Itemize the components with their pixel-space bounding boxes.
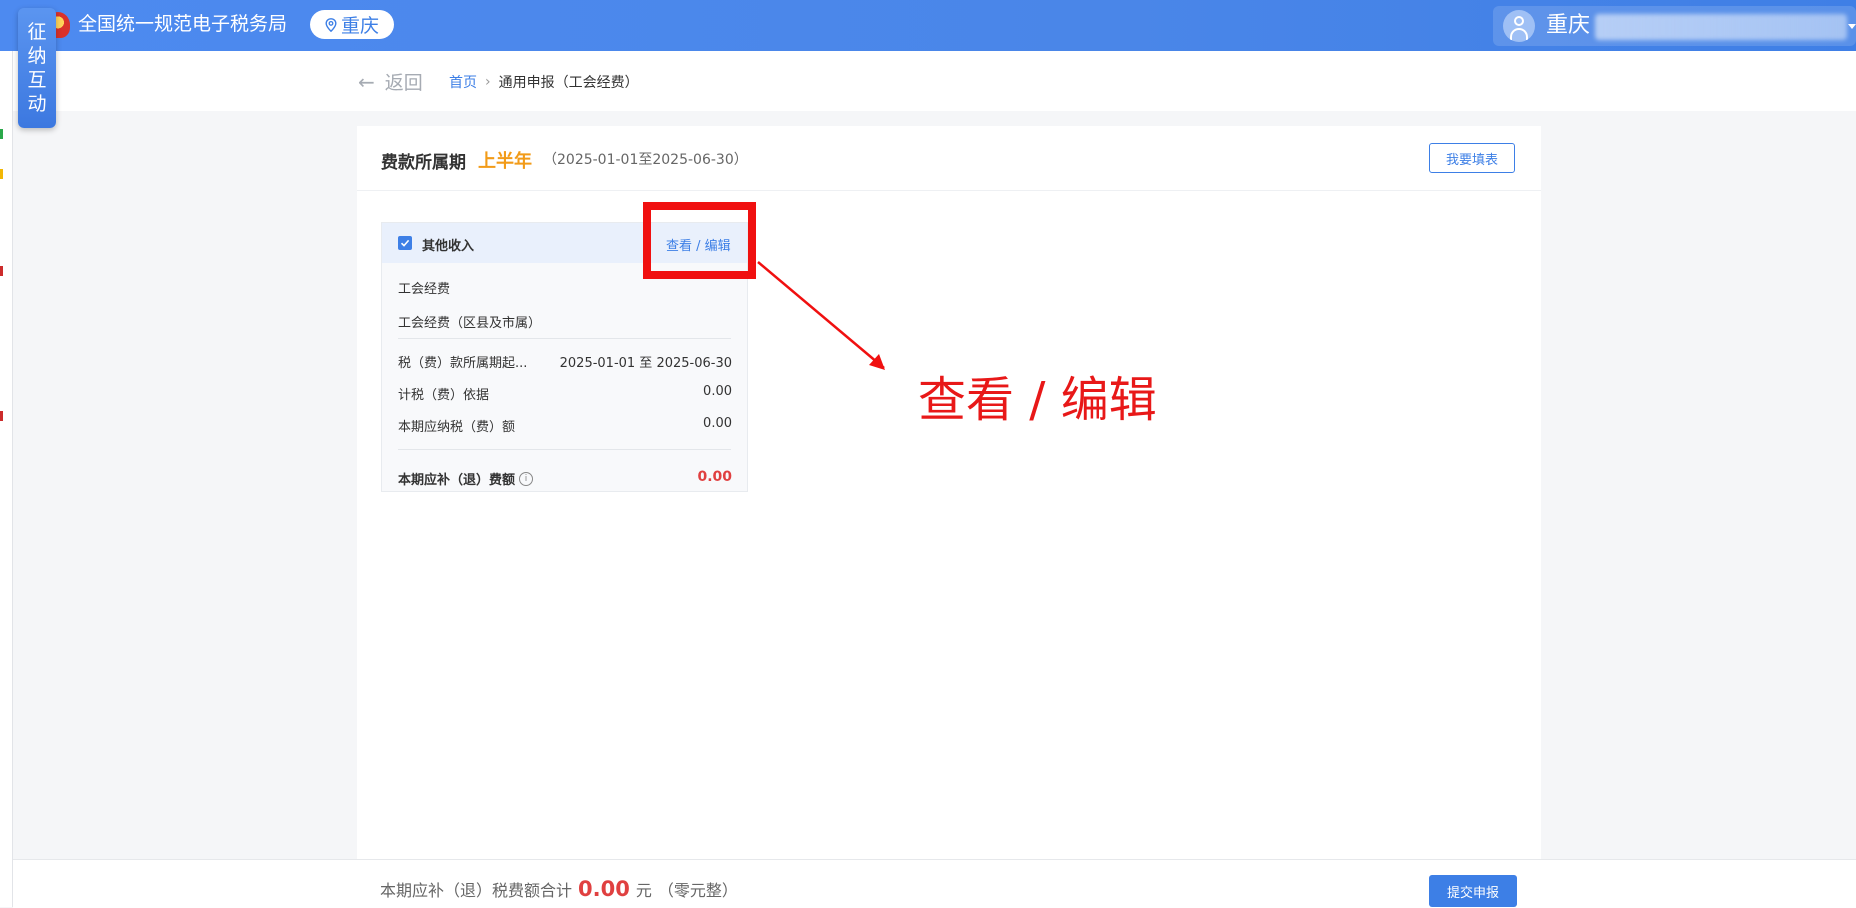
summary-amount-words: （零元整） (657, 881, 738, 900)
income-checkbox[interactable] (398, 236, 412, 250)
breadcrumb-bar: ← 返回 首页 › 通用申报（工会经费） (13, 51, 1856, 111)
back-button[interactable]: ← 返回 (358, 68, 423, 95)
arrow-left-icon: ← (358, 69, 375, 94)
location-pin-icon (325, 17, 337, 32)
user-name-redacted (1595, 14, 1847, 40)
badge-char: 互 (27, 69, 47, 91)
item-subname: 工会经费（区县及市属） (398, 316, 542, 331)
badge-char: 征 (27, 21, 47, 43)
bottom-summary-bar: 本期应补（退）税费额合计 0.00 元 （零元整） 提交申报 (13, 859, 1856, 908)
breadcrumb-separator: › (485, 74, 491, 90)
income-title: 其他收入 (422, 239, 475, 254)
info-icon[interactable]: i (519, 471, 534, 486)
breadcrumb-home-link[interactable]: 首页 (449, 72, 477, 92)
period-range: （2025-01-01至2025-06-30） (543, 152, 748, 168)
divider (398, 338, 731, 339)
submit-declaration-button[interactable]: 提交申报 (1429, 875, 1517, 907)
row-label: 本期应纳税（费）额 (398, 420, 516, 435)
user-name: 重庆 (1546, 13, 1591, 38)
total-label-group: 本期应补（退）费额 i (398, 469, 534, 488)
summary-unit: 元 (635, 881, 652, 900)
annotation-highlight-box (643, 202, 756, 279)
declaration-card: 费款所属期 上半年 （2025-01-01至2025-06-30） 我要填表 其… (357, 126, 1541, 859)
period-header: 费款所属期 上半年 （2025-01-01至2025-06-30） 我要填表 (357, 126, 1541, 191)
app-title[interactable]: 全国统一规范电子税务局 (78, 12, 287, 36)
interaction-floating-button[interactable]: 征 纳 互 动 (18, 8, 56, 128)
divider (398, 449, 731, 450)
breadcrumb: 首页 › 通用申报（工会经费） (449, 72, 639, 92)
row-value: 0.00 (703, 384, 732, 399)
row-label: 计税（费）依据 (398, 388, 490, 403)
summary-amount: 0.00 (578, 877, 630, 901)
total-value: 0.00 (697, 469, 732, 485)
fill-table-button[interactable]: 我要填表 (1429, 143, 1515, 173)
strip-marker (0, 411, 3, 421)
period-label: 费款所属期 (381, 153, 466, 173)
summary-prefix: 本期应补（退）税费额合计 (380, 881, 573, 900)
user-menu[interactable]: 重庆 (1493, 6, 1856, 46)
region-selector[interactable]: 重庆 (310, 10, 394, 39)
strip-marker (0, 169, 3, 179)
back-label: 返回 (384, 72, 423, 94)
badge-char: 动 (27, 93, 47, 115)
row-label: 税（费）款所属期起... (398, 356, 528, 371)
annotation-label: 查看 / 编辑 (918, 372, 1157, 428)
left-edge-strip (0, 51, 13, 907)
row-value: 0.00 (703, 416, 732, 431)
total-label: 本期应补（退）费额 (398, 473, 516, 488)
chevron-down-icon (1848, 24, 1856, 29)
top-header: 全国统一规范电子税务局 重庆 重庆 (0, 0, 1856, 51)
check-icon (400, 239, 410, 247)
strip-marker (0, 266, 3, 276)
total-summary: 本期应补（退）税费额合计 0.00 元 （零元整） (380, 877, 738, 901)
annotation-arrow-icon (757, 261, 885, 370)
row-value: 2025-01-01 至 2025-06-30 (559, 356, 732, 371)
strip-marker (0, 129, 3, 139)
item-name: 工会经费 (398, 282, 451, 297)
period-value: 上半年 (478, 151, 532, 172)
badge-char: 纳 (27, 45, 47, 67)
region-label: 重庆 (340, 15, 379, 37)
breadcrumb-current: 通用申报（工会经费） (498, 75, 639, 91)
avatar-icon (1503, 10, 1535, 42)
